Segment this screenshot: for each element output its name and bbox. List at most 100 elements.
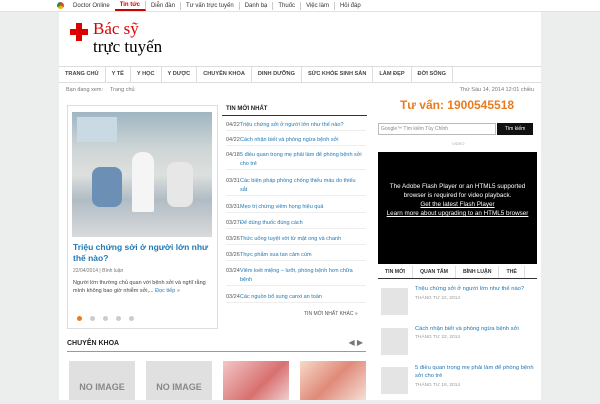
- nav-item-lam-dep[interactable]: LÀM ĐẸP: [373, 67, 412, 82]
- nav-item-doi-song[interactable]: ĐỜI SỐNG: [412, 67, 453, 82]
- video-caption: VIDEO: [452, 141, 465, 146]
- topbar-item-danh-ba[interactable]: Danh bạ: [240, 1, 274, 10]
- slider-pagination: [77, 316, 134, 321]
- list-item-date: 04/22: [226, 137, 240, 143]
- video-message: The Adobe Flash Player or an HTML5 suppo…: [389, 183, 526, 199]
- nav-item-suc-khoe-sinh-san[interactable]: SỨC KHỎE SINH SẢN: [302, 67, 374, 82]
- breadcrumb-home-link[interactable]: Trang chủ: [110, 87, 135, 93]
- no-image-placeholder[interactable]: NO IMAGE: [146, 361, 212, 400]
- list-item-title[interactable]: 5 điều quan trọng mẹ phải làm để phòng b…: [240, 151, 364, 169]
- topbar-site-name[interactable]: Doctor Online: [68, 2, 115, 10]
- latest-news-panel: TIN MỚI NHẤT 04/22Triệu chứng sởi ở ngườ…: [222, 103, 367, 325]
- red-cross-logo-icon[interactable]: [70, 23, 88, 41]
- list-item[interactable]: 04/22Cách nhận biết và phòng ngừa bệnh s…: [226, 136, 366, 146]
- tab-binh-luan[interactable]: BÌNH LUẬN: [456, 266, 500, 278]
- list-item[interactable]: 04/185 điều quan trọng mẹ phải làm để ph…: [226, 151, 366, 170]
- site-logo-icon[interactable]: [57, 2, 64, 9]
- slider-dot[interactable]: [77, 316, 82, 321]
- list-item[interactable]: 03/24Các nguồn bổ sung canxi an toàn: [226, 293, 366, 303]
- tab-tin-moi[interactable]: TIN MỚI: [378, 266, 413, 278]
- nav-item-y-hoc[interactable]: Y HỌC: [131, 67, 162, 82]
- section-header-chuyen-khoa: CHUYÊN KHOA ◀ ▶: [67, 338, 366, 352]
- list-item-date: 03/24: [226, 268, 240, 274]
- topbar-item-tu-van[interactable]: Tư vấn trực tuyến: [181, 1, 240, 10]
- sidebar-news-title[interactable]: 5 điều quan trọng mẹ phải làm để phòng b…: [415, 364, 535, 380]
- article-thumbnail[interactable]: [300, 361, 366, 400]
- sidebar-news-thumbnail[interactable]: [381, 288, 408, 315]
- sidebar-news-item[interactable]: Cách nhận biết và phòng ngừa bệnh sởi TH…: [381, 325, 537, 365]
- no-image-placeholder[interactable]: NO IMAGE: [69, 361, 135, 400]
- nav-item-dinh-duong[interactable]: DINH DƯỠNG: [252, 67, 302, 82]
- html5-browser-link[interactable]: Learn more about upgrading to an HTML5 b…: [378, 209, 537, 218]
- featured-photo[interactable]: [72, 112, 212, 237]
- nav-item-y-duoc[interactable]: Y DƯỢC: [162, 67, 198, 82]
- section-nav-arrows-icon[interactable]: ◀ ▶: [348, 338, 363, 347]
- list-item-date: 04/22: [226, 122, 240, 128]
- hotline-heading: Tư vấn: 1900545518: [399, 98, 515, 112]
- list-item[interactable]: 03/27Để dùng thuốc đúng cách: [226, 219, 366, 229]
- top-bar: Doctor Online Tin tức Diễn đàn Tư vấn tr…: [0, 0, 600, 12]
- slider-dot[interactable]: [103, 316, 108, 321]
- list-item-title[interactable]: Cách nhận biết và phòng ngừa bệnh sởi: [240, 136, 364, 145]
- list-item-title[interactable]: Thức uống tuyệt vời từ mật ong và chanh: [240, 235, 364, 244]
- list-item[interactable]: 03/31Các biện pháp phòng chống thiếu máu…: [226, 177, 366, 196]
- latest-news-heading: TIN MỚI NHẤT: [226, 106, 268, 112]
- list-item-date: 03/26: [226, 236, 240, 242]
- sidebar-news-date: THÁNG TƯ 22, 2014: [415, 335, 461, 340]
- current-datetime: Thứ Sáu 14, 2014 12:01 chiều: [459, 87, 534, 93]
- tab-quan-tam[interactable]: QUAN TÂM: [413, 266, 456, 278]
- nav-item-y-te[interactable]: Y TẾ: [106, 67, 131, 82]
- list-item-title[interactable]: Để dùng thuốc đúng cách: [240, 219, 364, 228]
- featured-title[interactable]: Triệu chứng sởi ở người lớn như thế nào?: [73, 242, 213, 264]
- list-item[interactable]: 03/26Thực phẩm xua tan cảm cúm: [226, 251, 366, 261]
- list-item-title[interactable]: Viêm loét miệng – lưỡi, phòng bệnh hơn c…: [240, 267, 364, 285]
- topbar-item-hoi-dap[interactable]: Hỏi đáp: [335, 2, 366, 10]
- slider-dot[interactable]: [116, 316, 121, 321]
- latest-more-link[interactable]: TIN MỚI NHẤT KHÁC »: [304, 311, 358, 317]
- nav-item-chuyen-khoa[interactable]: CHUYÊN KHOA: [197, 67, 252, 82]
- tab-the[interactable]: THẺ: [499, 266, 525, 278]
- search-input[interactable]: Google™ Tìm kiếm Tùy Chỉnh: [378, 123, 496, 135]
- list-item-date: 03/31: [226, 204, 240, 210]
- topbar-item-tin-tuc[interactable]: Tin tức: [114, 0, 146, 11]
- section-title: CHUYÊN KHOA: [67, 340, 120, 347]
- list-item[interactable]: 03/24Viêm loét miệng – lưỡi, phòng bệnh …: [226, 267, 366, 286]
- slider-dot[interactable]: [129, 316, 134, 321]
- main-nav: TRANG CHỦ Y TẾ Y HỌC Y DƯỢC CHUYÊN KHOA …: [59, 66, 541, 83]
- list-item-date: 03/31: [226, 178, 240, 184]
- list-item-date: 03/27: [226, 220, 240, 226]
- list-item-title[interactable]: Các nguồn bổ sung canxi an toàn: [240, 293, 364, 302]
- search-button[interactable]: Tìm kiếm: [497, 123, 533, 135]
- sidebar-news-title[interactable]: Cách nhận biết và phòng ngừa bệnh sởi: [415, 325, 535, 333]
- flash-player-link[interactable]: Get the latest Flash Player: [378, 200, 537, 209]
- topbar-item-viec-lam[interactable]: Việc làm: [301, 1, 335, 10]
- list-item-date: 03/24: [226, 294, 240, 300]
- list-item[interactable]: 03/31Mẹo trị chứng viêm họng hiệu quả: [226, 203, 366, 213]
- list-item[interactable]: 04/22Triệu chứng sởi ở người lớn như thế…: [226, 121, 366, 131]
- sidebar-news-thumbnail[interactable]: [381, 367, 408, 394]
- sidebar-news-item[interactable]: Triệu chứng sởi ở người lớn như thế nào?…: [381, 285, 537, 325]
- topbar-item-thuoc[interactable]: Thuốc: [273, 1, 302, 10]
- nav-item-trang-chu[interactable]: TRANG CHỦ: [59, 67, 106, 82]
- list-item-date: 03/26: [226, 252, 240, 258]
- list-item-title[interactable]: Thực phẩm xua tan cảm cúm: [240, 251, 364, 260]
- list-item-title[interactable]: Triệu chứng sởi ở người lớn như thế nào?: [240, 121, 364, 130]
- list-item-title[interactable]: Mẹo trị chứng viêm họng hiệu quả: [240, 203, 364, 212]
- video-player[interactable]: The Adobe Flash Player or an HTML5 suppo…: [378, 152, 537, 264]
- featured-meta: 22/04/2014 | Bình luận: [73, 268, 124, 274]
- list-item-title[interactable]: Các biện pháp phòng chống thiếu máu do t…: [240, 177, 364, 195]
- sidebar-tabs: TIN MỚI QUAN TÂM BÌNH LUẬN THẺ: [378, 266, 537, 279]
- brand-line-1[interactable]: Bác sỹ: [93, 19, 139, 39]
- topbar-item-dien-dan[interactable]: Diễn đàn: [146, 1, 181, 10]
- list-item[interactable]: 03/26Thức uống tuyệt vời từ mật ong và c…: [226, 235, 366, 245]
- featured-comments-link[interactable]: Bình luận: [102, 268, 123, 274]
- sidebar-news-date: THÁNG TƯ 22, 2014: [415, 296, 461, 301]
- sidebar-news-thumbnail[interactable]: [381, 328, 408, 355]
- list-item-date: 04/18: [226, 152, 240, 158]
- slider-dot[interactable]: [90, 316, 95, 321]
- sidebar-news-item[interactable]: 5 điều quan trọng mẹ phải làm để phòng b…: [381, 364, 537, 404]
- article-thumbnail[interactable]: [223, 361, 289, 400]
- featured-read-more-link[interactable]: Đọc tiếp »: [155, 288, 180, 294]
- sidebar-news-title[interactable]: Triệu chứng sởi ở người lớn như thế nào?: [415, 285, 535, 293]
- brand-line-2[interactable]: trực tuyến: [93, 37, 162, 57]
